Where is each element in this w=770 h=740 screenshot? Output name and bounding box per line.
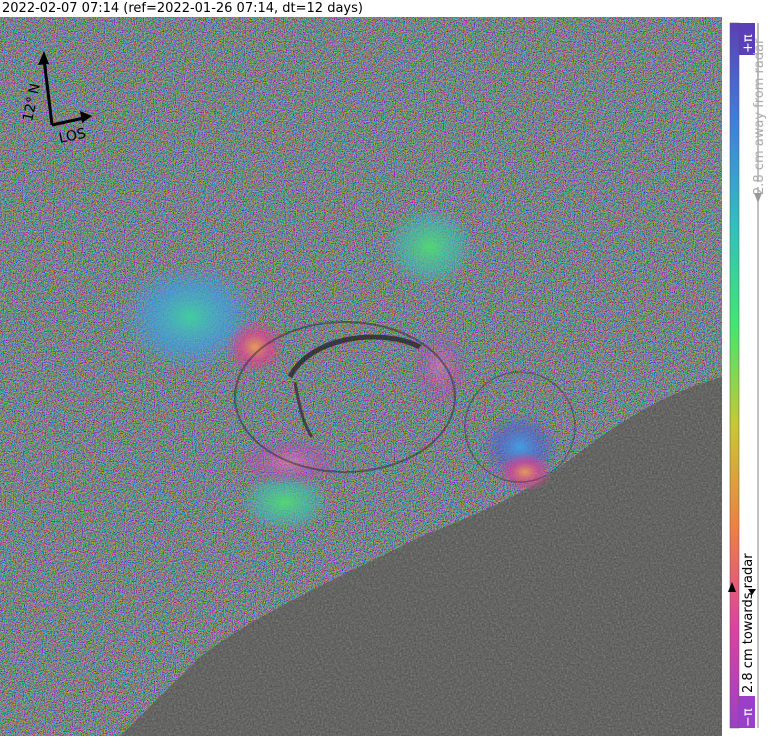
orientation-compass: 12°N LOS [20,51,92,147]
image-title: 2022-02-07 07:14 (ref=2022-01-26 07:14, … [2,1,363,16]
minus-pi-label: −π [741,708,756,727]
upper-range-text: 2.8 cm away from radar [752,38,767,195]
colorbar-graphic: +π −π 2.8 cm away from radar 2.8 cm towa… [728,22,767,729]
interferogram-map: 12°N LOS [0,17,722,736]
colorbar-gradient [729,22,740,729]
north-label: 12°N [20,82,44,123]
fringe-west-inner [225,319,285,375]
colorbar: +π −π 2.8 cm away from radar 2.8 cm towa… [722,17,770,736]
fringe-east-warm [497,452,553,492]
fringe-northeast [385,207,475,287]
lower-range-text: 2.8 cm towards radar [741,553,756,693]
los-arrow [51,116,85,127]
los-label: LOS [58,126,88,147]
north-arrow [42,58,54,126]
fringe-east-pink [410,327,470,407]
interferogram-image [0,17,722,736]
